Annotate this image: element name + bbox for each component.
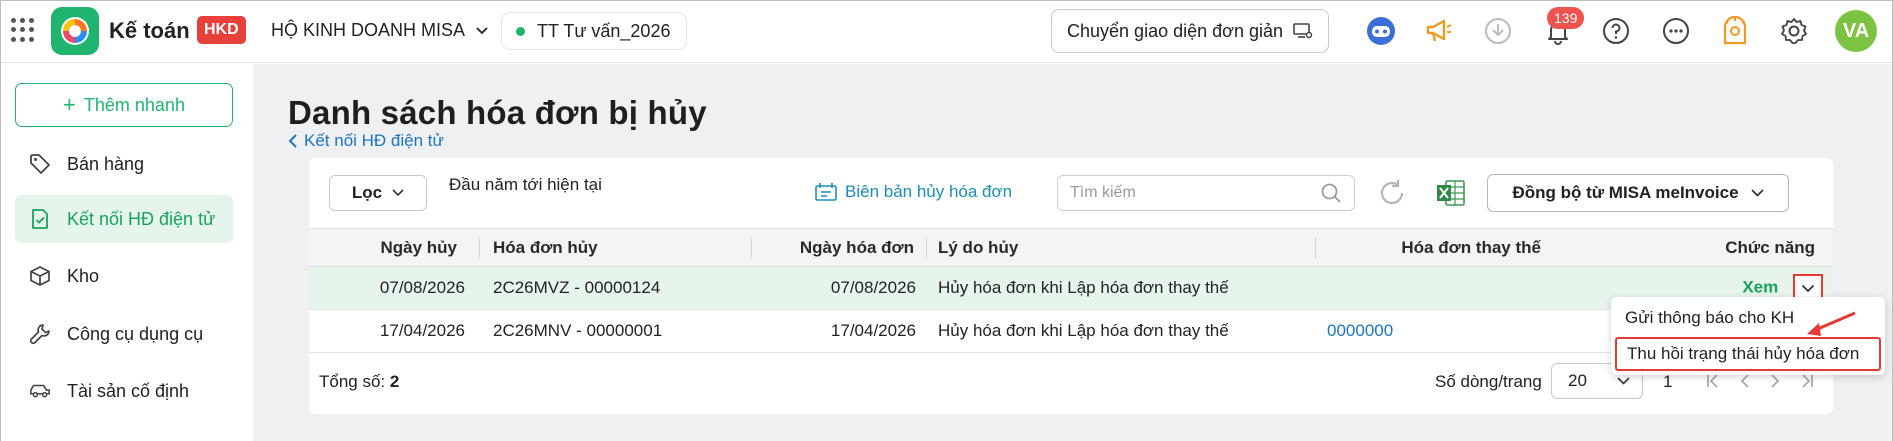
sidebar: + Thêm nhanh Bán hàng Kết nối HĐ điện tử… — [1, 64, 253, 441]
tag-icon — [29, 153, 51, 175]
sidebar-item-einvoice[interactable]: Kết nối HĐ điện tử — [15, 195, 233, 243]
filter-label: Lọc — [351, 183, 383, 202]
back-link[interactable]: Kết nối HĐ điện tử — [288, 131, 444, 151]
sidebar-item-label: Bán hàng — [67, 153, 145, 174]
plus-icon: + — [63, 92, 76, 117]
sidebar-item-fixed-assets[interactable]: Tài sản cố định — [15, 367, 233, 415]
notification-badge: 139 — [1547, 7, 1585, 29]
company-name: HỘ KINH DOANH MISA — [271, 20, 466, 40]
back-link-label: Kết nối HĐ điện tử — [304, 131, 444, 150]
rows-per-page-value: 20 — [1568, 371, 1587, 390]
megaphone-icon[interactable] — [1424, 16, 1454, 46]
sidebar-item-tools[interactable]: Công cụ dụng cụ — [15, 310, 233, 358]
misa-logo-icon[interactable] — [51, 7, 99, 55]
cell-invoice-date: 07/08/2026 — [830, 278, 916, 297]
column-header-invoice[interactable]: Hóa đơn hủy — [479, 229, 751, 267]
cell-cancel-date: 17/04/2026 — [379, 321, 465, 340]
idea-lamp-icon[interactable] — [1720, 16, 1750, 46]
sidebar-item-label: Công cụ dụng cụ — [67, 323, 204, 344]
total-value: 2 — [389, 372, 400, 391]
car-icon — [29, 380, 51, 402]
page-title: Danh sách hóa đơn bị hủy — [288, 94, 707, 131]
sidebar-item-warehouse[interactable]: Kho — [15, 252, 233, 300]
chevron-down-icon — [1617, 377, 1630, 385]
settings-gear-icon[interactable] — [1779, 16, 1809, 46]
status-dot-icon — [516, 26, 525, 36]
cell-cancel-date: 07/08/2026 — [379, 278, 465, 297]
quick-add-label: Thêm nhanh — [83, 94, 185, 115]
sidebar-item-label: Kho — [67, 265, 100, 286]
cell-replacement[interactable] — [1315, 267, 1581, 310]
app-name: Kế toán — [109, 18, 190, 43]
date-range-label: Đầu năm tới hiện tại — [449, 175, 602, 194]
more-options-icon[interactable] — [1661, 16, 1691, 46]
user-avatar[interactable]: VA — [1835, 10, 1877, 52]
sync-meinvoice-button[interactable]: Đồng bộ từ MISA meInvoice — [1487, 174, 1789, 212]
sidebar-item-label: Tài sản cố định — [67, 380, 190, 401]
period-selector[interactable]: TT Tư vấn_2026 — [501, 12, 688, 50]
column-header-actions: Chức năng — [1725, 237, 1815, 257]
cell-invoice-date: 17/04/2026 — [830, 321, 916, 340]
download-icon[interactable] — [1483, 16, 1513, 46]
help-icon[interactable] — [1601, 16, 1631, 46]
switch-ui-label: Chuyển giao diện đơn giản — [1067, 20, 1283, 41]
monitor-settings-icon — [1293, 23, 1313, 39]
box-icon — [29, 265, 51, 287]
filter-button[interactable]: Lọc — [329, 175, 427, 211]
switch-ui-button[interactable]: Chuyển giao diện đơn giản — [1051, 9, 1329, 53]
cell-invoice: 2C26MNV - 00000001 — [493, 321, 663, 340]
rows-per-page-label: Số dòng/trang — [1435, 372, 1542, 391]
cancel-report-label: Biên bản hủy hóa đơn — [845, 182, 1013, 201]
table-header-row: Ngày hủy Hóa đơn hủy Ngày hóa đơn Lý do … — [309, 228, 1833, 267]
cancelled-invoice-table: Ngày hủy Hóa đơn hủy Ngày hóa đơn Lý do … — [309, 228, 1833, 353]
current-page: 1 — [1663, 372, 1673, 391]
search-input[interactable]: Tìm kiếm — [1057, 175, 1355, 211]
assistant-bot-icon[interactable] — [1366, 16, 1396, 46]
cell-reason: Hủy hóa đơn khi Lập hóa đơn thay thế — [938, 278, 1229, 297]
table-row[interactable]: 07/08/2026 2C26MVZ - 00000124 07/08/2026… — [309, 266, 1833, 310]
column-header-reason[interactable]: Lý do hủy — [926, 229, 1315, 267]
chevron-down-icon — [476, 26, 488, 34]
top-bar: Kế toán HKD HỘ KINH DOANH MISA TT Tư vấn… — [1, 1, 1892, 63]
wrench-icon — [29, 323, 51, 345]
chevron-down-icon — [1750, 189, 1764, 197]
excel-export-icon[interactable] — [1434, 176, 1468, 210]
table-row[interactable]: 17/04/2026 2C26MNV - 00000001 17/04/2026… — [309, 310, 1833, 353]
invoice-list-card: Lọc Đầu năm tới hiện tại Biên bản hủy hó… — [309, 158, 1833, 414]
cell-reason: Hủy hóa đơn khi Lập hóa đơn thay thế — [938, 321, 1229, 340]
chevron-left-icon — [288, 134, 297, 148]
refresh-icon[interactable] — [1374, 175, 1410, 211]
invoice-check-icon — [29, 208, 51, 230]
company-selector[interactable]: HỘ KINH DOANH MISA — [271, 20, 489, 41]
hkd-badge: HKD — [197, 16, 246, 44]
cancel-report-link[interactable]: Biên bản hủy hóa đơn — [815, 182, 1012, 202]
search-icon — [1321, 183, 1341, 203]
annotation-arrow-icon — [1807, 311, 1856, 336]
sync-label: Đồng bộ từ MISA meInvoice — [1512, 183, 1739, 202]
column-header-cancel-date[interactable]: Ngày hủy — [309, 229, 479, 267]
view-link[interactable]: Xem — [1742, 277, 1778, 296]
cell-replacement[interactable]: 0000000 — [1315, 310, 1581, 353]
cell-invoice: 2C26MVZ - 00000124 — [493, 278, 661, 297]
menu-item-revoke-cancel-status[interactable]: Thu hồi trạng thái hủy hóa đơn — [1615, 337, 1881, 371]
quick-add-button[interactable]: + Thêm nhanh — [15, 83, 233, 127]
period-name: TT Tư vấn_2026 — [537, 20, 671, 41]
sidebar-item-label: Kết nối HĐ điện tử — [67, 208, 216, 229]
search-placeholder: Tìm kiếm — [1070, 184, 1136, 201]
total-label: Tổng số: — [319, 372, 386, 391]
column-header-invoice-date[interactable]: Ngày hóa đơn — [751, 229, 926, 267]
chevron-down-icon — [392, 189, 404, 197]
chevron-down-icon — [1801, 284, 1815, 292]
total-count: Tổng số: 2 — [319, 372, 399, 392]
main-content: Danh sách hóa đơn bị hủy Kết nối HĐ điện… — [253, 64, 1892, 441]
cancel-report-icon — [815, 183, 837, 201]
column-header-replacement[interactable]: Hóa đơn thay thế — [1315, 229, 1581, 267]
apps-grid-icon[interactable] — [11, 18, 35, 42]
sidebar-item-sales[interactable]: Bán hàng — [15, 140, 233, 188]
